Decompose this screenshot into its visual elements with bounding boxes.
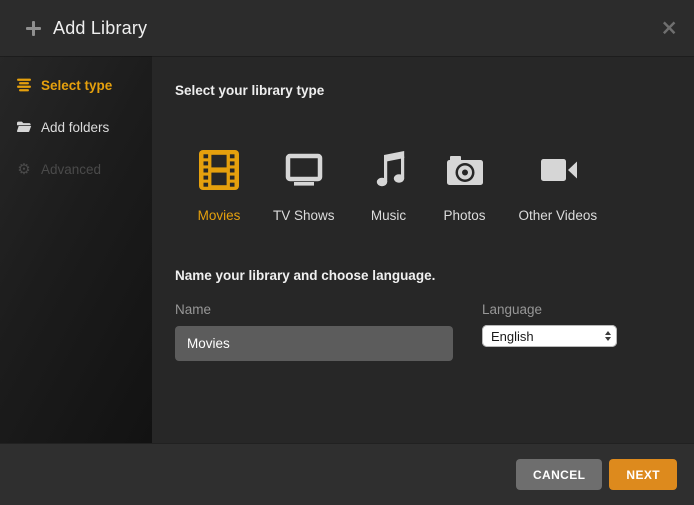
sidebar-item-label: Advanced bbox=[41, 162, 101, 177]
name-field-label: Name bbox=[175, 302, 453, 317]
camera-icon bbox=[443, 148, 487, 197]
library-type-movies[interactable]: Movies bbox=[197, 148, 241, 223]
next-button[interactable]: NEXT bbox=[609, 459, 677, 490]
library-type-label: Other Videos bbox=[519, 208, 598, 223]
wizard-steps-sidebar: Select type Add folders ⚙ Advanced bbox=[0, 56, 152, 443]
add-library-dialog: Add Library × Select type bbox=[0, 0, 694, 505]
name-section-heading: Name your library and choose language. bbox=[175, 268, 694, 283]
plus-icon bbox=[26, 21, 41, 36]
language-field-label: Language bbox=[482, 302, 617, 317]
library-type-heading: Select your library type bbox=[175, 82, 694, 100]
video-camera-icon bbox=[536, 148, 580, 197]
dialog-body: Select type Add folders ⚙ Advanced bbox=[0, 56, 694, 443]
close-icon[interactable]: × bbox=[660, 18, 678, 39]
select-arrows-icon bbox=[605, 331, 611, 341]
sidebar-item-label: Add folders bbox=[41, 120, 109, 135]
sidebar-item-label: Select type bbox=[41, 78, 112, 93]
library-type-photos[interactable]: Photos bbox=[443, 148, 487, 223]
library-type-label: Movies bbox=[198, 208, 241, 223]
select-type-panel: Select your library type bbox=[152, 56, 694, 443]
library-type-label: TV Shows bbox=[273, 208, 335, 223]
list-lines-icon bbox=[16, 77, 32, 93]
cancel-button[interactable]: CANCEL bbox=[516, 459, 602, 490]
folder-icon bbox=[16, 119, 32, 135]
dialog-title: Add Library bbox=[53, 18, 147, 39]
library-type-music[interactable]: Music bbox=[367, 148, 411, 223]
sidebar-item-add-folders[interactable]: Add folders bbox=[0, 106, 152, 148]
language-select-value: English bbox=[491, 329, 534, 344]
library-type-label: Music bbox=[371, 208, 406, 223]
name-language-fields: Name Language English bbox=[175, 302, 694, 361]
language-select[interactable]: English bbox=[482, 325, 617, 347]
film-icon bbox=[197, 148, 241, 197]
dialog-header: Add Library × bbox=[0, 0, 694, 56]
dialog-footer: CANCEL NEXT bbox=[0, 443, 694, 505]
library-name-input[interactable] bbox=[175, 326, 453, 361]
library-type-label: Photos bbox=[444, 208, 486, 223]
sidebar-item-select-type[interactable]: Select type bbox=[0, 64, 152, 106]
gear-icon: ⚙ bbox=[16, 161, 32, 177]
library-type-tv-shows[interactable]: TV Shows bbox=[273, 148, 335, 223]
sidebar-item-advanced[interactable]: ⚙ Advanced bbox=[0, 148, 152, 190]
music-note-icon bbox=[367, 148, 411, 197]
tv-icon bbox=[282, 148, 326, 197]
library-type-other-videos[interactable]: Other Videos bbox=[519, 148, 598, 223]
library-type-options: Movies TV Shows bbox=[197, 148, 694, 223]
